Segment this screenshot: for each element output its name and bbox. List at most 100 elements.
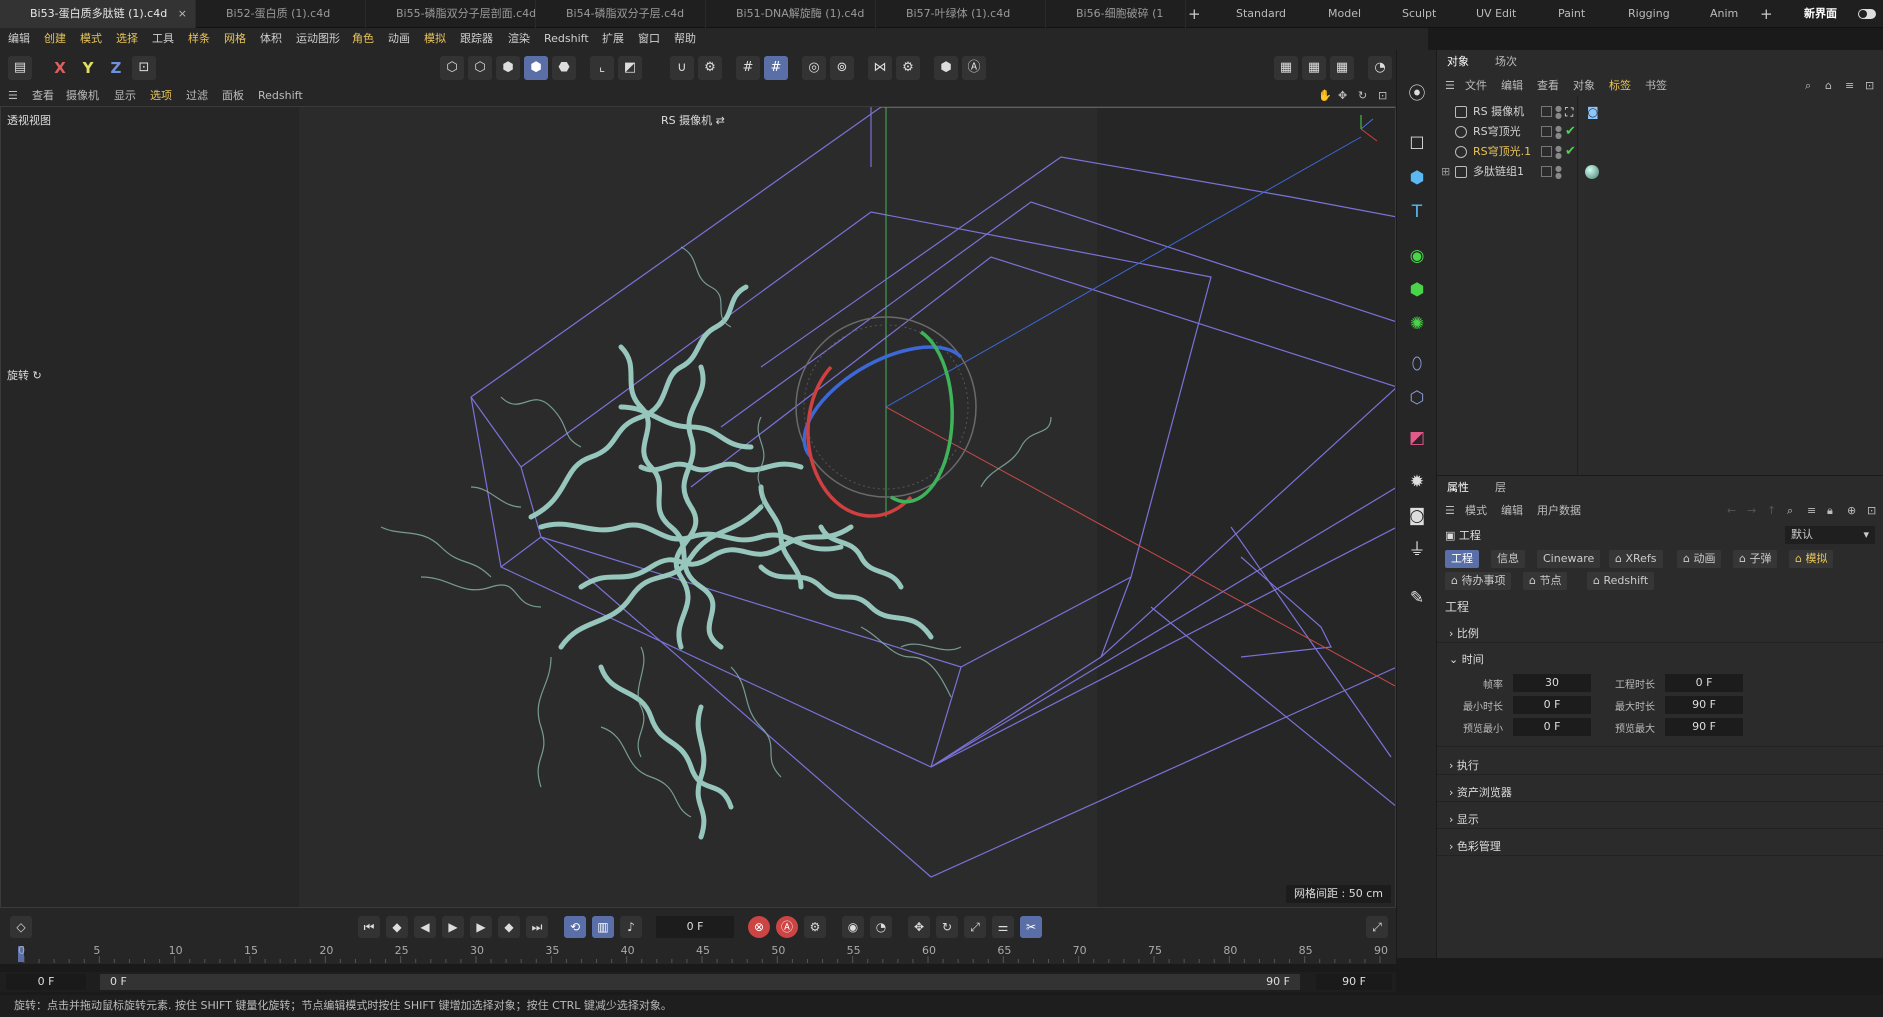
object-name[interactable]: 多肽链组1 <box>1473 162 1524 182</box>
objmenu-bookmarks[interactable]: 书签 <box>1645 76 1667 96</box>
objmenu-tags[interactable]: 标签 <box>1609 76 1631 96</box>
soft-selection-settings-icon[interactable]: ⊚ <box>830 56 854 80</box>
key-settings-icon[interactable]: ⚙ <box>804 916 826 938</box>
doc-tab-bi52[interactable]: Bi52-蛋白质 (1).c4d <box>196 0 366 28</box>
snap-magnet-icon[interactable]: ∪ <box>670 56 694 80</box>
key-param-icon[interactable]: ⚌ <box>992 916 1014 938</box>
key-position-icon[interactable]: ✥ <box>908 916 930 938</box>
viewport-menu-icon[interactable]: ☰ <box>8 86 18 106</box>
points-mode-icon[interactable]: ⬡ <box>440 56 464 80</box>
pan-view-icon[interactable]: ✋ <box>1318 86 1332 106</box>
range-start-field[interactable]: 0 F <box>6 974 86 990</box>
menu-edit[interactable]: 编辑 <box>8 28 30 50</box>
preview-min-field[interactable]: 0 F <box>1513 718 1591 736</box>
preview-max-field[interactable]: 90 F <box>1665 718 1743 736</box>
expand-icon[interactable]: ⊡ <box>1865 76 1874 96</box>
vpmenu-redshift[interactable]: Redshift <box>258 86 303 106</box>
viewport-name-label[interactable]: 透视视图 <box>7 112 51 128</box>
menu-tools[interactable]: 工具 <box>152 28 174 50</box>
layout-standard[interactable]: Standard <box>1236 0 1286 28</box>
previous-key-icon[interactable]: ◆ <box>386 916 408 938</box>
motion-record-icon[interactable]: ◉ <box>842 916 864 938</box>
model-mode-icon[interactable]: ⬢ <box>524 56 548 80</box>
chip-bullet[interactable]: ⌂ 子弹 <box>1733 550 1778 568</box>
timeline-ruler[interactable]: 0 5 10 15 20 25 30 35 40 45 50 55 60 65 70 75 80 85 90 <box>0 944 1396 964</box>
object-menu-icon[interactable]: ☰ <box>1445 76 1455 96</box>
menu-spline[interactable]: 样条 <box>188 28 210 50</box>
menu-redshift[interactable]: Redshift <box>544 28 589 50</box>
loop-icon[interactable]: ⟲ <box>564 916 586 938</box>
key-rotation-icon[interactable]: ↻ <box>936 916 958 938</box>
menu-create[interactable]: 创建 <box>44 28 66 50</box>
up-arrow-icon[interactable]: ↑ <box>1767 501 1776 521</box>
render-dots[interactable]: ● ● <box>1555 125 1562 140</box>
next-frame-icon[interactable]: ▶ <box>470 916 492 938</box>
chip-xrefs[interactable]: ⌂ XRefs <box>1609 550 1663 568</box>
field-icon[interactable]: ⬡ <box>1403 384 1431 412</box>
layout-rigging[interactable]: Rigging <box>1628 0 1670 28</box>
tab-layers[interactable]: 层 <box>1495 478 1506 498</box>
preset-dropdown[interactable]: 默认 ▾ <box>1785 526 1875 544</box>
symmetry-icon[interactable]: ⋈ <box>868 56 892 80</box>
group-time[interactable]: ⌄ 时间 <box>1449 651 1484 667</box>
chip-project[interactable]: 工程 <box>1445 550 1479 568</box>
tab-objects[interactable]: 对象 <box>1447 52 1469 72</box>
layout-new-interface[interactable]: 新界面 <box>1804 0 1837 28</box>
live-selection-icon[interactable]: ⦿ <box>1403 80 1431 108</box>
chip-cineware[interactable]: Cineware <box>1537 550 1601 568</box>
chip-todo[interactable]: ⌂ 待办事项 <box>1445 572 1512 590</box>
objmenu-view[interactable]: 查看 <box>1537 76 1559 96</box>
preview-range-bar[interactable]: 0 F 0 F 90 F 90 F <box>0 972 1396 992</box>
layout-model[interactable]: Model <box>1328 0 1361 28</box>
enabled-check-icon[interactable]: ✔ <box>1565 122 1576 142</box>
vpmenu-camera[interactable]: 摄像机 <box>66 86 99 106</box>
soft-selection-icon[interactable]: ◎ <box>802 56 826 80</box>
vpmenu-options[interactable]: 选项 <box>150 86 172 106</box>
chip-info[interactable]: 信息 <box>1491 550 1525 568</box>
keyframe-mode-icon[interactable]: ◇ <box>10 916 32 938</box>
close-tab-icon[interactable]: × <box>178 0 187 28</box>
group-display[interactable]: › 显示 <box>1449 811 1479 827</box>
subdivision-icon[interactable]: ◉ <box>1403 242 1431 270</box>
attrmenu-mode[interactable]: 模式 <box>1465 501 1487 521</box>
go-to-end-icon[interactable]: ⏭ <box>526 916 548 938</box>
chip-animation[interactable]: ⌂ 动画 <box>1677 550 1722 568</box>
range-end-field[interactable]: 90 F <box>1316 974 1392 990</box>
object-name[interactable]: RS 摄像机 <box>1473 102 1524 122</box>
doc-tab-bi54[interactable]: Bi54-磷脂双分子层.c4d <box>536 0 706 28</box>
group-execution[interactable]: › 执行 <box>1449 757 1479 773</box>
move-view-icon[interactable]: ✥ <box>1338 86 1347 106</box>
visibility-toggle[interactable] <box>1541 166 1552 177</box>
axis-x-lock-button[interactable]: X <box>48 56 72 80</box>
object-row-rs-dome-light-1[interactable]: RS穹顶光.1 ● ● ✔ <box>1437 142 1883 162</box>
expand-panel-icon[interactable]: ⊡ <box>1867 501 1876 521</box>
vpmenu-view[interactable]: 查看 <box>32 86 54 106</box>
attr-search-icon[interactable]: ⌕ <box>1787 501 1793 521</box>
visibility-toggle[interactable] <box>1541 146 1552 157</box>
undo-stack-icon[interactable]: ▤ <box>8 56 32 80</box>
symmetry-settings-icon[interactable]: ⚙ <box>896 56 920 80</box>
texture-mode-icon[interactable]: ◩ <box>618 56 642 80</box>
add-layout-icon[interactable]: + <box>1760 0 1773 28</box>
camera-icon[interactable]: ◙ <box>1403 502 1431 530</box>
object-row-rs-dome-light[interactable]: RS穹顶光 ● ● ✔ <box>1437 122 1883 142</box>
camera-target-tag-icon[interactable]: ⛶ <box>1565 102 1573 122</box>
key-pla-icon[interactable]: ✂ <box>1020 916 1042 938</box>
attrmenu-edit[interactable]: 编辑 <box>1501 501 1523 521</box>
viewport-solo-icon[interactable]: ⬢ <box>934 56 958 80</box>
key-scale-icon[interactable]: ⤢ <box>964 916 986 938</box>
layout-sculpt[interactable]: Sculpt <box>1402 0 1436 28</box>
polygons-mode-icon[interactable]: ⬢ <box>496 56 520 80</box>
playback-rate-icon[interactable]: ▥ <box>592 916 614 938</box>
render-dots[interactable]: ● ● <box>1555 145 1562 160</box>
redshift-render-icon[interactable]: ◔ <box>1368 56 1392 80</box>
locked-workplane-icon[interactable]: # <box>764 56 788 80</box>
attr-filter-icon[interactable]: ≡ <box>1807 501 1816 521</box>
doc-tab-bi53[interactable]: Bi53-蛋白质多肽链 (1).c4d × <box>0 0 196 28</box>
deformer-icon[interactable]: ⬯ <box>1403 350 1431 378</box>
fps-field[interactable]: 30 <box>1513 674 1591 692</box>
rs-camera-tag-icon[interactable]: ◙ <box>1587 102 1599 122</box>
doc-tab-bi57[interactable]: Bi57-叶绿体 (1).c4d <box>876 0 1046 28</box>
timeline-window-icon[interactable]: ◔ <box>870 916 892 938</box>
menu-mesh[interactable]: 网格 <box>224 28 246 50</box>
